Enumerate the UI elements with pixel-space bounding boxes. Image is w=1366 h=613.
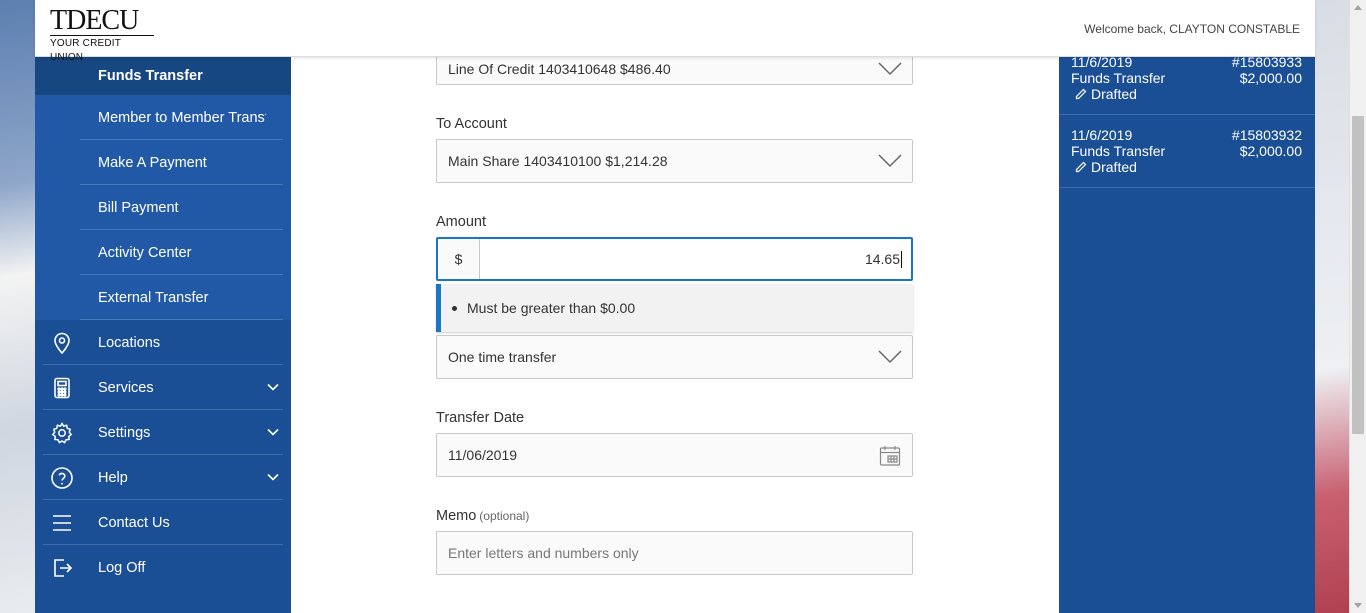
chevron-down-icon — [267, 426, 279, 438]
bullet-icon — [452, 305, 457, 311]
chevron-down-icon — [878, 62, 902, 76]
memo-label-text: Memo — [436, 508, 477, 524]
scrollbar-thumb[interactable] — [1352, 116, 1364, 434]
sidebar-item-label: External Transfer — [98, 289, 209, 306]
amount-input-group[interactable]: $ 14.65 — [436, 237, 913, 281]
transfer-date-input[interactable]: 11/06/2019 — [436, 433, 913, 477]
chevron-down-icon — [267, 381, 279, 393]
sidebar-item-member-to-member-transfer[interactable]: Member to Member Transfer — [35, 95, 291, 140]
help-circle-icon — [50, 466, 74, 490]
chevron-down-icon — [267, 471, 279, 483]
sidebar-item-locations[interactable]: Locations — [35, 320, 291, 365]
sidebar-item-bill-payment[interactable]: Bill Payment — [35, 185, 291, 230]
location-pin-icon — [50, 331, 74, 355]
sidebar-item-label: Locations — [98, 334, 161, 351]
sidebar-item-external-transfer[interactable]: External Transfer — [35, 275, 291, 320]
sidebar-item-label: Make A Payment — [98, 154, 207, 171]
transaction-type: Funds Transfer — [1071, 143, 1166, 159]
sidebar-item-label: Funds Transfer — [98, 68, 203, 84]
memo-optional-text: (optional) — [479, 509, 530, 523]
amount-validation-message: Must be greater than $0.00 — [436, 284, 913, 332]
memo-input[interactable]: Enter letters and numbers only — [436, 531, 913, 575]
sidebar-item-label: Bill Payment — [98, 199, 179, 216]
calculator-icon — [50, 376, 74, 400]
sidebar-item-label: Activity Center — [98, 244, 192, 261]
pencil-icon — [1075, 161, 1087, 173]
recent-transfers-panel: 11/6/2019 #15803933 Funds Transfer $2,00… — [1059, 54, 1315, 613]
sidebar-item-label: Member to Member Transfer — [98, 109, 266, 126]
amount-input[interactable]: 14.65 — [480, 239, 911, 279]
transfer-date-value: 11/06/2019 — [448, 447, 518, 463]
pencil-icon — [1075, 88, 1087, 100]
sidebar-item-label: Contact Us — [98, 514, 170, 531]
transaction-date: 11/6/2019 — [1071, 127, 1133, 143]
sidebar-item-make-a-payment[interactable]: Make A Payment — [35, 140, 291, 185]
transaction-status: Drafted — [1075, 159, 1137, 175]
logout-icon — [50, 556, 74, 580]
transfer-form: Line Of Credit 1403410648 $486.40 To Acc… — [291, 41, 1059, 613]
sidebar-item-activity-center[interactable]: Activity Center — [35, 230, 291, 275]
welcome-message: Welcome back, CLAYTON CONSTABLE — [1084, 22, 1300, 36]
sidebar-item-label: Settings — [98, 424, 151, 441]
scroll-up-icon[interactable] — [1354, 5, 1362, 10]
frequency-value: One time transfer — [448, 349, 557, 365]
gear-icon — [50, 421, 74, 445]
scroll-down-icon[interactable] — [1354, 603, 1362, 608]
page-scrollbar[interactable] — [1349, 0, 1366, 613]
calendar-icon[interactable] — [878, 444, 902, 468]
memo-label: Memo (optional) — [436, 508, 529, 524]
amount-error-text: Must be greater than $0.00 — [467, 300, 636, 316]
transaction-type: Funds Transfer — [1071, 70, 1166, 86]
sidebar-item-label: Log Off — [98, 559, 146, 576]
transaction-status-text: Drafted — [1091, 159, 1137, 175]
memo-placeholder: Enter letters and numbers only — [448, 545, 639, 561]
transaction-status: Drafted — [1075, 86, 1137, 102]
sidebar-item-services[interactable]: Services — [35, 365, 291, 410]
sidebar-item-help[interactable]: Help — [35, 455, 291, 500]
sidebar-item-label: Help — [98, 469, 128, 486]
amount-label: Amount — [436, 214, 486, 230]
sidebar-nav: Funds Transfer Member to Member Transfer… — [35, 57, 291, 613]
from-account-value: Line Of Credit 1403410648 $486.40 — [448, 61, 671, 77]
background-left — [0, 0, 35, 613]
transaction-item[interactable]: 11/6/2019 #15803932 Funds Transfer $2,00… — [1059, 115, 1315, 188]
frequency-select[interactable]: One time transfer — [436, 335, 913, 379]
transaction-item[interactable]: 11/6/2019 #15803933 Funds Transfer $2,00… — [1059, 54, 1315, 115]
amount-value: 14.65 — [864, 251, 900, 267]
to-account-value: Main Share 1403410100 $1,214.28 — [448, 153, 668, 169]
transfer-date-label: Transfer Date — [436, 410, 525, 426]
logo-sub-text: YOUR CREDIT UNION — [50, 38, 121, 63]
tdecu-logo[interactable]: TDECU YOUR CREDIT UNION — [50, 7, 156, 65]
sidebar-item-log-off[interactable]: Log Off — [35, 545, 291, 590]
to-account-select[interactable]: Main Share 1403410100 $1,214.28 — [436, 139, 913, 183]
chevron-down-icon — [878, 350, 902, 364]
sidebar-item-label: Services — [98, 379, 154, 396]
app-window: TDECU YOUR CREDIT UNION Welcome back, CL… — [35, 0, 1315, 613]
sidebar-item-settings[interactable]: Settings — [35, 410, 291, 455]
transaction-number: #15803932 — [1231, 127, 1302, 143]
transaction-status-text: Drafted — [1091, 86, 1137, 102]
transaction-amount: $2,000.00 — [1239, 70, 1302, 86]
text-cursor — [901, 250, 902, 268]
chevron-down-icon — [878, 154, 902, 168]
menu-lines-icon — [50, 511, 74, 535]
transaction-amount: $2,000.00 — [1239, 143, 1302, 159]
to-account-label: To Account — [436, 116, 507, 132]
logo-main-text: TDECU — [50, 7, 154, 36]
top-header: TDECU YOUR CREDIT UNION Welcome back, CL… — [35, 0, 1315, 63]
sidebar-item-contact-us[interactable]: Contact Us — [35, 500, 291, 545]
currency-symbol: $ — [438, 239, 480, 279]
